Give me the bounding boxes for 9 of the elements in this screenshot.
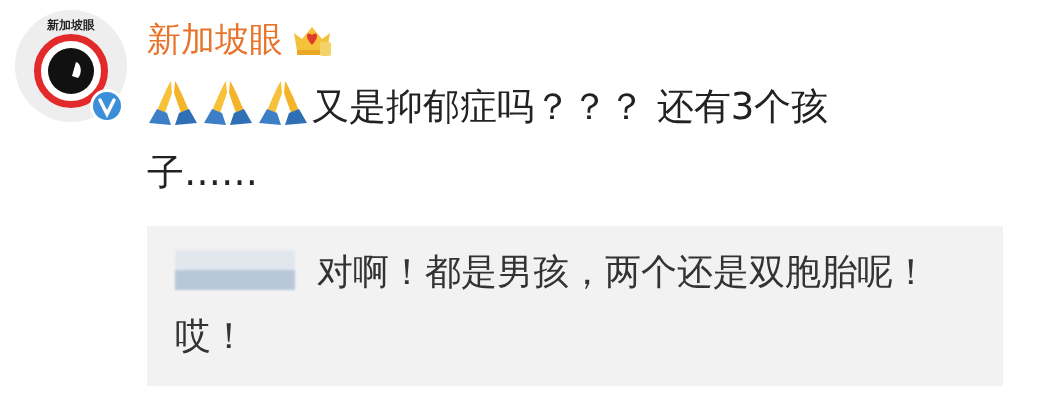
eye-icon bbox=[48, 48, 94, 94]
comment-text: 又是抑郁症吗？？？ 还有3个孩子…… bbox=[147, 74, 927, 206]
folded-hands-icon bbox=[202, 79, 254, 127]
reply-text: 对啊！都是男孩，两个还是双胞胎呢！哎！ bbox=[175, 251, 929, 356]
avatar-logo-text: 新加坡眼 bbox=[47, 18, 95, 32]
folded-hands-icon bbox=[257, 79, 309, 127]
reply-box[interactable]: 对啊！都是男孩，两个还是双胞胎呢！哎！ bbox=[147, 226, 1003, 386]
avatar[interactable]: 新加坡眼 bbox=[15, 10, 127, 122]
folded-hands-icon bbox=[147, 79, 199, 127]
